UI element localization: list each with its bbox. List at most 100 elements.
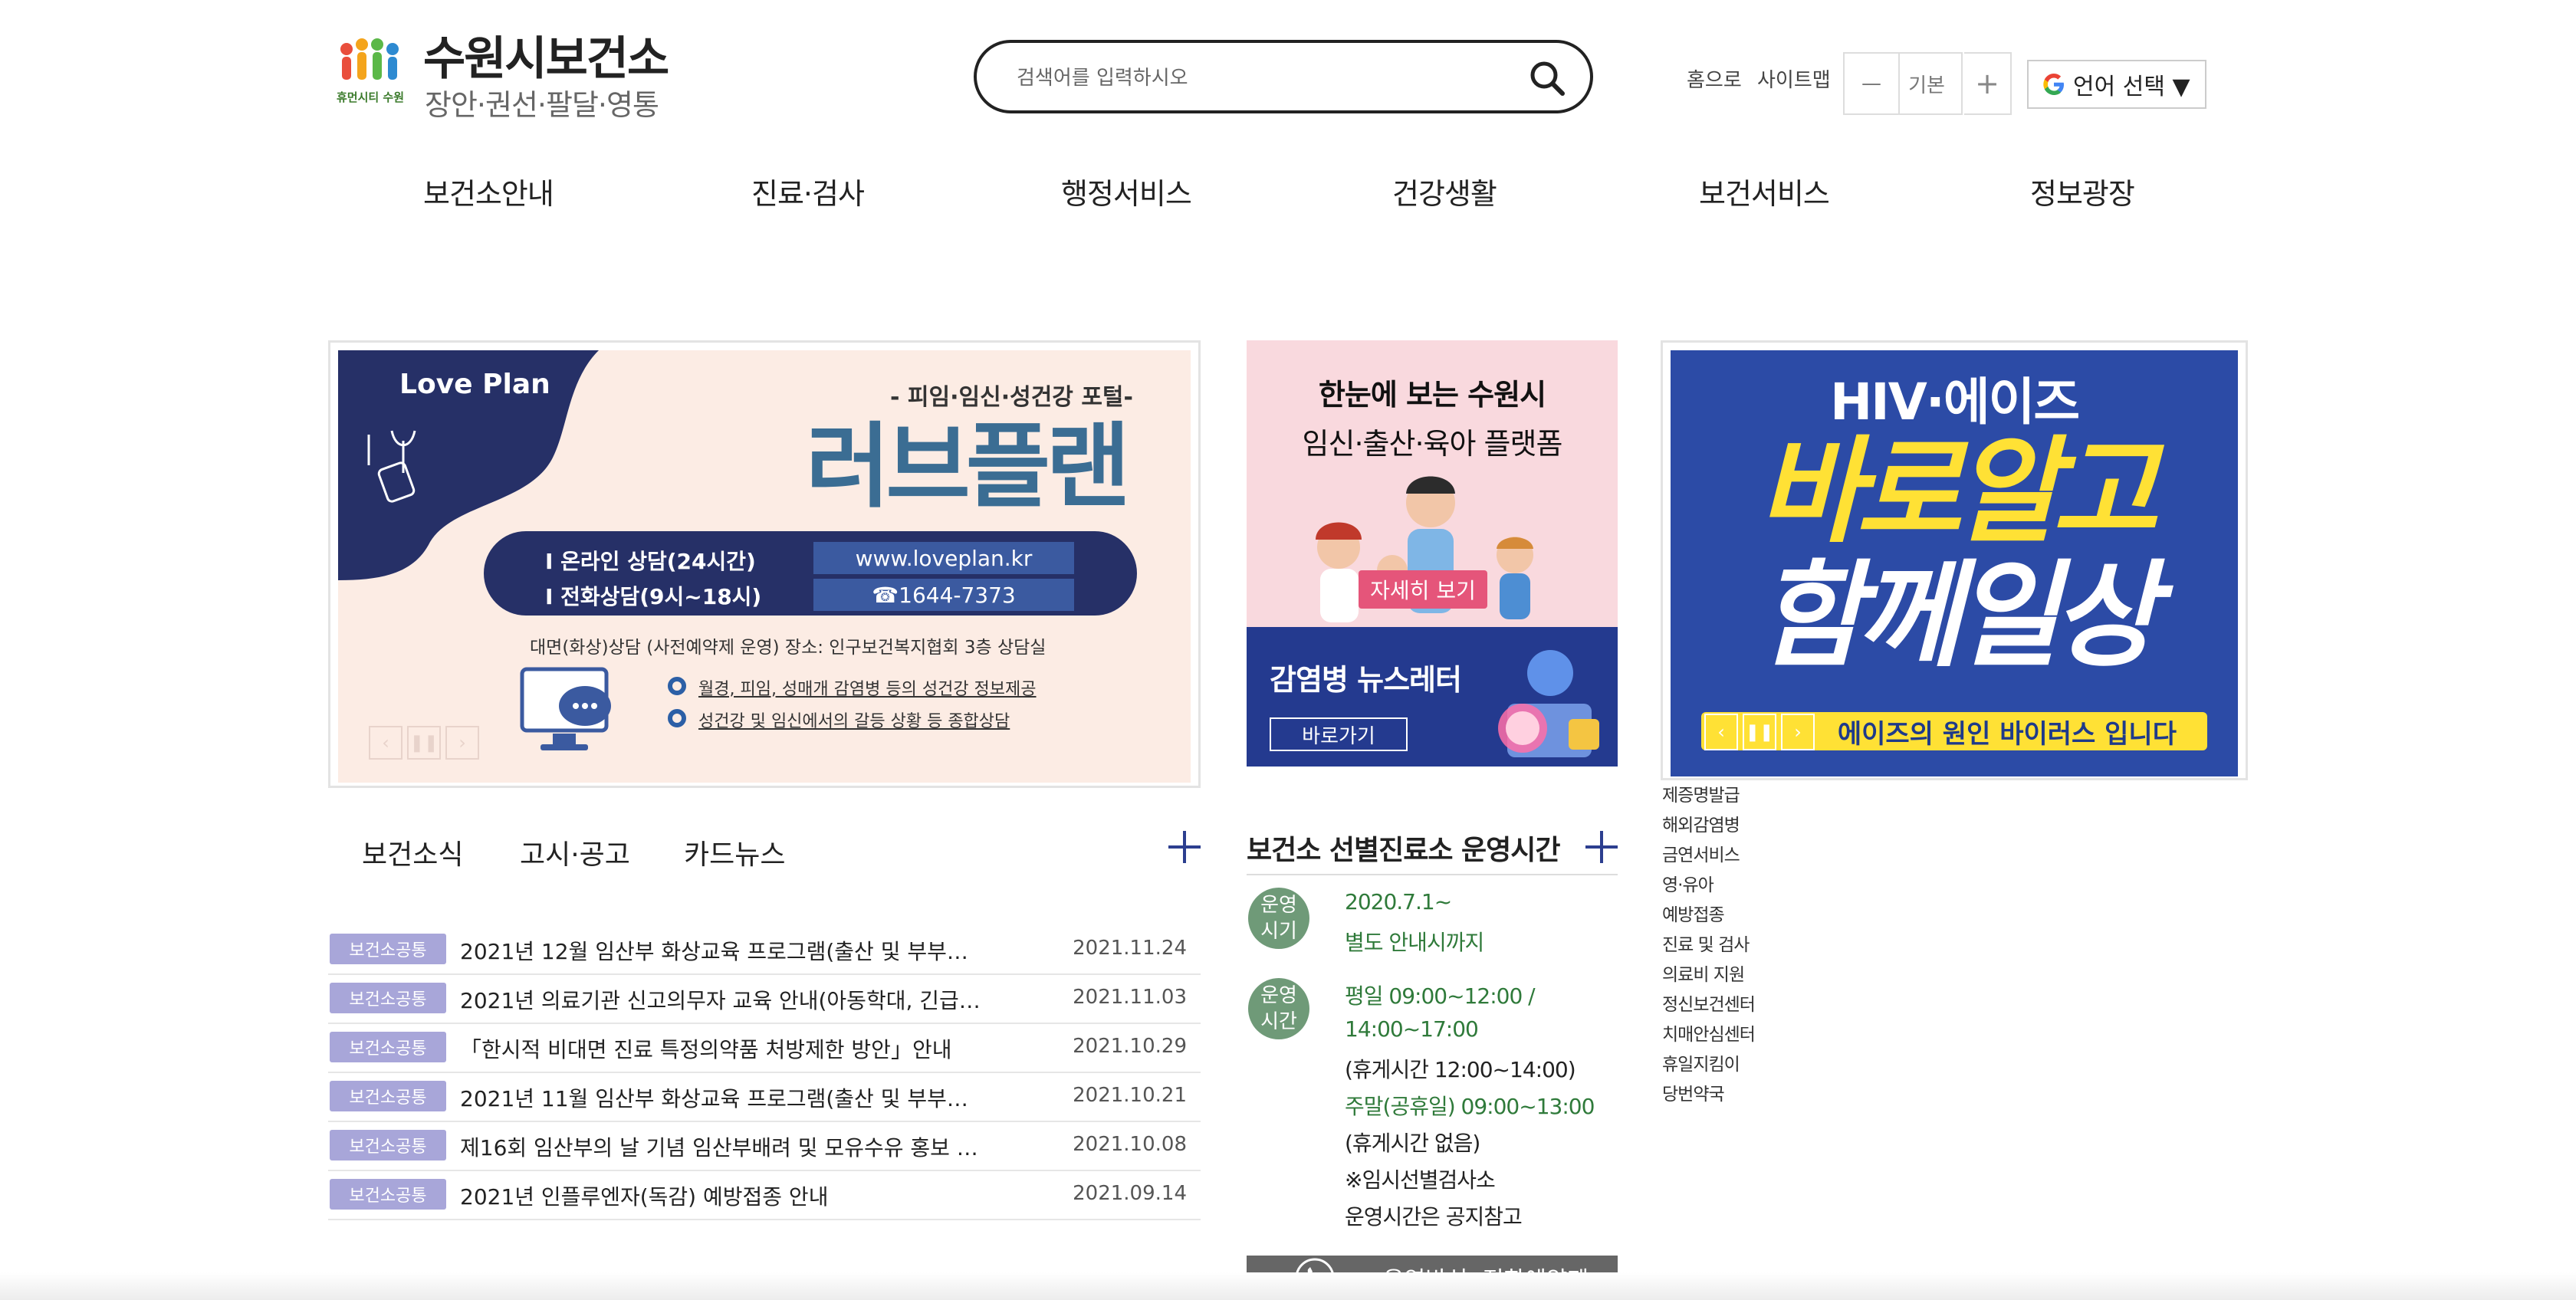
news-title[interactable]: 「한시적 비대면 진료 특정의약품 처방제한 방안」안내 <box>460 1033 981 1064</box>
plus-icon <box>1168 831 1201 863</box>
period-end: 별도 안내시까지 <box>1345 930 1484 955</box>
news-list-item[interactable]: 보건소공통 2021년 11월 임산부 화상교육 프로그램(출산 및 부부교실)… <box>328 1073 1201 1122</box>
quick-link-infants[interactable]: 영·유아 <box>1662 870 1714 896</box>
search-input[interactable] <box>1015 57 1493 100</box>
platform-detail-button[interactable]: 자세히 보기 <box>1359 570 1487 609</box>
slide-prev-icon[interactable]: ‹ <box>369 726 402 760</box>
loveplan-online: Ⅰ 온라인 상담(24시간) <box>545 549 756 574</box>
gnb-item-health-center[interactable]: 보건소안내 <box>423 170 554 212</box>
gnb-item-admin[interactable]: 행정서비스 <box>1061 170 1192 212</box>
platform-line-2: 임신·출산·육아 플랫폼 <box>1302 427 1563 461</box>
site-subtitle: 장안·권선·팔달·영통 <box>425 88 659 122</box>
clinic-hours-title: 보건소 선별진료소 운영시간 <box>1247 835 1561 866</box>
quick-link-dementia[interactable]: 치매안심센터 <box>1662 1019 1756 1046</box>
clinic-more-button[interactable] <box>1584 829 1619 865</box>
language-select[interactable]: 언어 선택 ▼ <box>2027 60 2206 109</box>
font-default-button[interactable]: 기본 <box>1898 54 1953 113</box>
news-list-item[interactable]: 보건소공통 2021년 인플루엔자(독감) 예방접종 안내 2021.09.14 <box>328 1171 1201 1220</box>
loveplan-brand: Love Plan <box>399 369 550 400</box>
category-badge: 보건소공통 <box>330 1179 446 1210</box>
quick-link-medical-support[interactable]: 의료비 지원 <box>1662 960 1745 986</box>
clinic-note-2: 운영시간은 공지참고 <box>1345 1204 1523 1229</box>
hiv-banner[interactable]: HIV·에이즈 바로알고 함께일상 에이즈의 원인 바이러스 입니다 ‹ ❚❚ … <box>1661 340 2248 780</box>
font-size-control: — 기본 <box>1843 52 1963 115</box>
loveplan-item-2: 성건강 및 임신에서의 갈등 상황 등 종합상담 <box>698 712 1010 731</box>
category-badge: 보건소공통 <box>330 1130 446 1160</box>
news-list-item[interactable]: 보건소공통 2021년 의료기관 신고의무자 교육 안내(아동학대, 긴급복지,… <box>328 975 1201 1024</box>
bullet-icon <box>668 709 686 727</box>
home-link[interactable]: 홈으로 <box>1687 64 1742 93</box>
loveplan-banner[interactable]: Love Plan - 피임·임신·성건강 포털- 러브플랜 Ⅰ 온라인 상담(… <box>328 340 1201 788</box>
gnb-item-info-square[interactable]: 정보광장 <box>2030 170 2135 212</box>
news-title[interactable]: 제16회 임산부의 날 기념 임산부배려 및 모유수유 홍보 캠페인 안내 <box>460 1131 981 1162</box>
category-badge: 보건소공통 <box>330 983 446 1013</box>
quick-link-mental-health[interactable]: 정신보건센터 <box>1662 990 1756 1016</box>
news-title[interactable]: 2021년 의료기관 신고의무자 교육 안내(아동학대, 긴급복지, 장… <box>460 984 981 1015</box>
google-icon <box>2043 74 2064 95</box>
divider <box>1247 874 1618 875</box>
gnb-item-health-services[interactable]: 보건서비스 <box>1699 170 1830 212</box>
category-badge: 보건소공통 <box>330 934 446 964</box>
weekday-hours-1: 평일 09:00~12:00 / <box>1345 983 1536 1009</box>
quick-link-no-smoking[interactable]: 금연서비스 <box>1662 840 1740 866</box>
logo-caption: 휴먼시티 수원 <box>336 90 405 104</box>
weekend-break: (휴게시간 없음) <box>1345 1131 1480 1156</box>
loveplan-item-1: 월경, 피임, 성매개 감염병 등의 성건강 정보제공 <box>698 680 1037 699</box>
news-list-item[interactable]: 보건소공통 2021년 12월 임산부 화상교육 프로그램(출산 및 부부교실)… <box>328 926 1201 975</box>
hiv-line-2: 바로알고 <box>1757 425 2158 559</box>
news-date: 2021.10.21 <box>1073 1084 1187 1107</box>
quick-link-overseas-infection[interactable]: 해외감염병 <box>1662 810 1740 836</box>
quick-link-vaccination[interactable]: 예방접종 <box>1662 900 1725 926</box>
slide-next-icon[interactable]: › <box>1781 714 1815 750</box>
category-badge: 보건소공통 <box>330 1032 446 1062</box>
weekday-break: (휴게시간 12:00~14:00) <box>1345 1057 1576 1082</box>
news-date: 2021.10.29 <box>1073 1035 1187 1058</box>
loveplan-tel: ☎1644-7373 <box>813 579 1074 611</box>
news-date: 2021.11.03 <box>1073 986 1187 1009</box>
news-list-item[interactable]: 보건소공통 「한시적 비대면 진료 특정의약품 처방제한 방안」안내 2021.… <box>328 1024 1201 1073</box>
tab-notices[interactable]: 고시·공고 <box>520 832 630 872</box>
news-title[interactable]: 2021년 인플루엔자(독감) 예방접종 안내 <box>460 1180 981 1211</box>
hours-label-badge: 운영 시간 <box>1248 978 1309 1039</box>
news-title[interactable]: 2021년 11월 임산부 화상교육 프로그램(출산 및 부부교실) 참여… <box>460 1082 981 1113</box>
search-button[interactable] <box>1526 57 1570 101</box>
quick-link-certificates[interactable]: 제증명발급 <box>1662 780 1740 806</box>
news-date: 2021.11.24 <box>1073 937 1187 960</box>
hiv-line-1: HIV·에이즈 <box>1829 373 2080 432</box>
slide-pause-icon[interactable]: ❚❚ <box>1743 714 1776 750</box>
quick-link-pharmacy[interactable]: 당번약국 <box>1662 1079 1725 1105</box>
newsletter-go-button[interactable]: 바로가기 <box>1270 717 1408 751</box>
clinic-note-1: ※임시선별검사소 <box>1345 1167 1496 1193</box>
gnb-item-health-life[interactable]: 건강생활 <box>1392 170 1497 212</box>
footer-shadow <box>0 1272 2576 1300</box>
news-more-button[interactable] <box>1167 829 1202 865</box>
news-date: 2021.09.14 <box>1073 1182 1187 1205</box>
newsletter-banner[interactable]: 감염병 뉴스레터 바로가기 <box>1247 627 1618 767</box>
newsletter-title: 감염병 뉴스레터 <box>1270 663 1462 697</box>
quick-link-holiday[interactable]: 휴일지킴이 <box>1662 1049 1740 1075</box>
gnb-item-treatment[interactable]: 진료·검사 <box>751 170 865 212</box>
slide-prev-icon[interactable]: ‹ <box>1704 714 1738 750</box>
tab-health-news[interactable]: 보건소식 <box>362 832 463 872</box>
bullet-icon <box>668 677 686 695</box>
sitemap-link[interactable]: 사이트맵 <box>1757 64 1831 93</box>
news-date: 2021.10.08 <box>1073 1133 1187 1156</box>
news-list-item[interactable]: 보건소공통 제16회 임산부의 날 기념 임산부배려 및 모유수유 홍보 캠페인… <box>328 1122 1201 1171</box>
font-decrease-button[interactable]: — <box>1845 54 1898 113</box>
loveplan-url: www.loveplan.kr <box>813 542 1074 574</box>
weekend-hours: 주말(공휴일) 09:00~13:00 <box>1345 1094 1595 1119</box>
font-increase-button[interactable]: + <box>1964 52 2012 115</box>
site-title[interactable]: 수원시보건소 <box>423 31 669 87</box>
period-label-line-1: 운영 <box>1260 894 1297 917</box>
category-badge: 보건소공통 <box>330 1081 446 1111</box>
quick-link-treatment-tests[interactable]: 진료 및 검사 <box>1662 930 1750 956</box>
slide-next-icon[interactable]: › <box>445 726 479 760</box>
tab-card-news[interactable]: 카드뉴스 <box>684 832 785 872</box>
hours-label-line-1: 운영 <box>1260 984 1297 1007</box>
platform-banner[interactable]: 한눈에 보는 수원시 임신·출산·육아 플랫폼 자세히 보기 <box>1247 340 1618 627</box>
weekday-hours-2: 14:00~17:00 <box>1345 1016 1479 1042</box>
slide-pause-icon[interactable]: ❚❚ <box>407 726 441 760</box>
period-label-line-2: 시기 <box>1260 920 1297 943</box>
hiv-slider-controls: ‹ ❚❚ › <box>1704 714 1815 750</box>
news-title[interactable]: 2021년 12월 임산부 화상교육 프로그램(출산 및 부부교실) 참여… <box>460 935 981 966</box>
